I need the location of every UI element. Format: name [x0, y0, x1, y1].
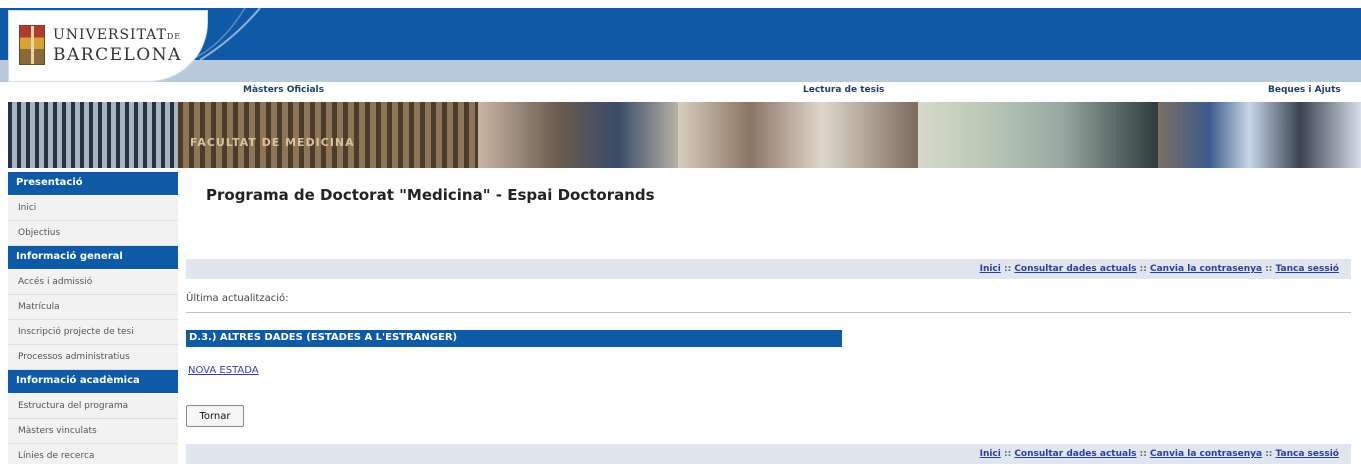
- banner-photo-strip: FACULTAT DE MEDICINA: [8, 102, 1361, 168]
- banner-photo-courtyard: [478, 102, 678, 168]
- building-sign: FACULTAT DE MEDICINA: [190, 136, 355, 149]
- sidebar-item-estructura-programa[interactable]: Estructura del programa: [8, 394, 178, 419]
- topnav-beques-i-ajuts[interactable]: Beques i Ajuts: [1268, 85, 1341, 95]
- sidebar-item-matricula[interactable]: Matrícula: [8, 295, 178, 320]
- main-content: Programa de Doctorat "Medicina" - Espai …: [186, 172, 1361, 464]
- link-separator: ::: [1000, 449, 1015, 459]
- link-separator: ::: [1000, 264, 1015, 274]
- link-separator: ::: [1262, 264, 1276, 274]
- link-inici[interactable]: Inici: [980, 264, 1001, 274]
- link-separator: ::: [1136, 264, 1150, 274]
- topnav-lectura-de-tesis[interactable]: Lectura de tesis: [803, 85, 884, 95]
- sidebar: Presentació Inici Objectius Informació g…: [8, 172, 178, 464]
- link-tanca-sessio[interactable]: Tanca sessió: [1276, 264, 1339, 274]
- link-separator: ::: [1262, 449, 1276, 459]
- topnav-masters-oficials[interactable]: Màsters Oficials: [243, 85, 324, 95]
- sidebar-heading-informacio-general[interactable]: Informació general: [8, 246, 178, 270]
- university-logo[interactable]: UNIVERSITATDE BARCELONA: [8, 10, 208, 82]
- banner-photo-lab: [678, 102, 918, 168]
- page-title: Programa de Doctorat "Medicina" - Espai …: [206, 186, 655, 204]
- sidebar-item-processos-administratius[interactable]: Processos administratius: [8, 345, 178, 370]
- back-button[interactable]: Tornar: [186, 405, 244, 427]
- sidebar-item-linies-recerca[interactable]: Línies de recerca: [8, 444, 178, 464]
- section-title-bar: D.3.) ALTRES DADES (ESTADES A L'ESTRANGE…: [186, 330, 842, 347]
- header-band-light: [0, 60, 1361, 82]
- sidebar-item-objectius[interactable]: Objectius: [8, 221, 178, 246]
- sidebar-item-acces-admissio[interactable]: Accés i admissió: [8, 270, 178, 295]
- banner-photo-building: [8, 102, 178, 168]
- last-update-label: Última actualització:: [186, 293, 289, 304]
- divider: [186, 312, 1351, 313]
- sidebar-item-inscripcio-projecte[interactable]: Inscripció projecte de tesi: [8, 320, 178, 345]
- banner-photo-computers: [1158, 102, 1361, 168]
- sidebar-item-inici[interactable]: Inici: [8, 196, 178, 221]
- link-consultar-dades[interactable]: Consultar dades actuals: [1014, 264, 1136, 274]
- link-canvia-contrasenya[interactable]: Canvia la contrasenya: [1150, 449, 1262, 459]
- new-stay-link[interactable]: NOVA ESTADA: [188, 365, 259, 376]
- link-consultar-dades[interactable]: Consultar dades actuals: [1014, 449, 1136, 459]
- sidebar-item-masters-vinculats[interactable]: Màsters vinculats: [8, 419, 178, 444]
- link-bar-bottom: Inici :: Consultar dades actuals :: Canv…: [186, 444, 1351, 464]
- sidebar-heading-informacio-academica[interactable]: Informació acadèmica: [8, 370, 178, 394]
- sidebar-heading-presentacio[interactable]: Presentació: [8, 172, 178, 196]
- link-bar-top: Inici :: Consultar dades actuals :: Canv…: [186, 259, 1351, 279]
- banner-photo-students: [918, 102, 1158, 168]
- top-navigation: [0, 82, 1361, 102]
- link-tanca-sessio[interactable]: Tanca sessió: [1276, 449, 1339, 459]
- link-separator: ::: [1136, 449, 1150, 459]
- link-canvia-contrasenya[interactable]: Canvia la contrasenya: [1150, 264, 1262, 274]
- link-inici[interactable]: Inici: [980, 449, 1001, 459]
- logo-text-line1: UNIVERSITATDE: [53, 27, 182, 43]
- university-shield-icon: [19, 25, 45, 65]
- banner-photo-facade: FACULTAT DE MEDICINA: [178, 102, 478, 168]
- logo-text-line2: BARCELONA: [53, 45, 182, 65]
